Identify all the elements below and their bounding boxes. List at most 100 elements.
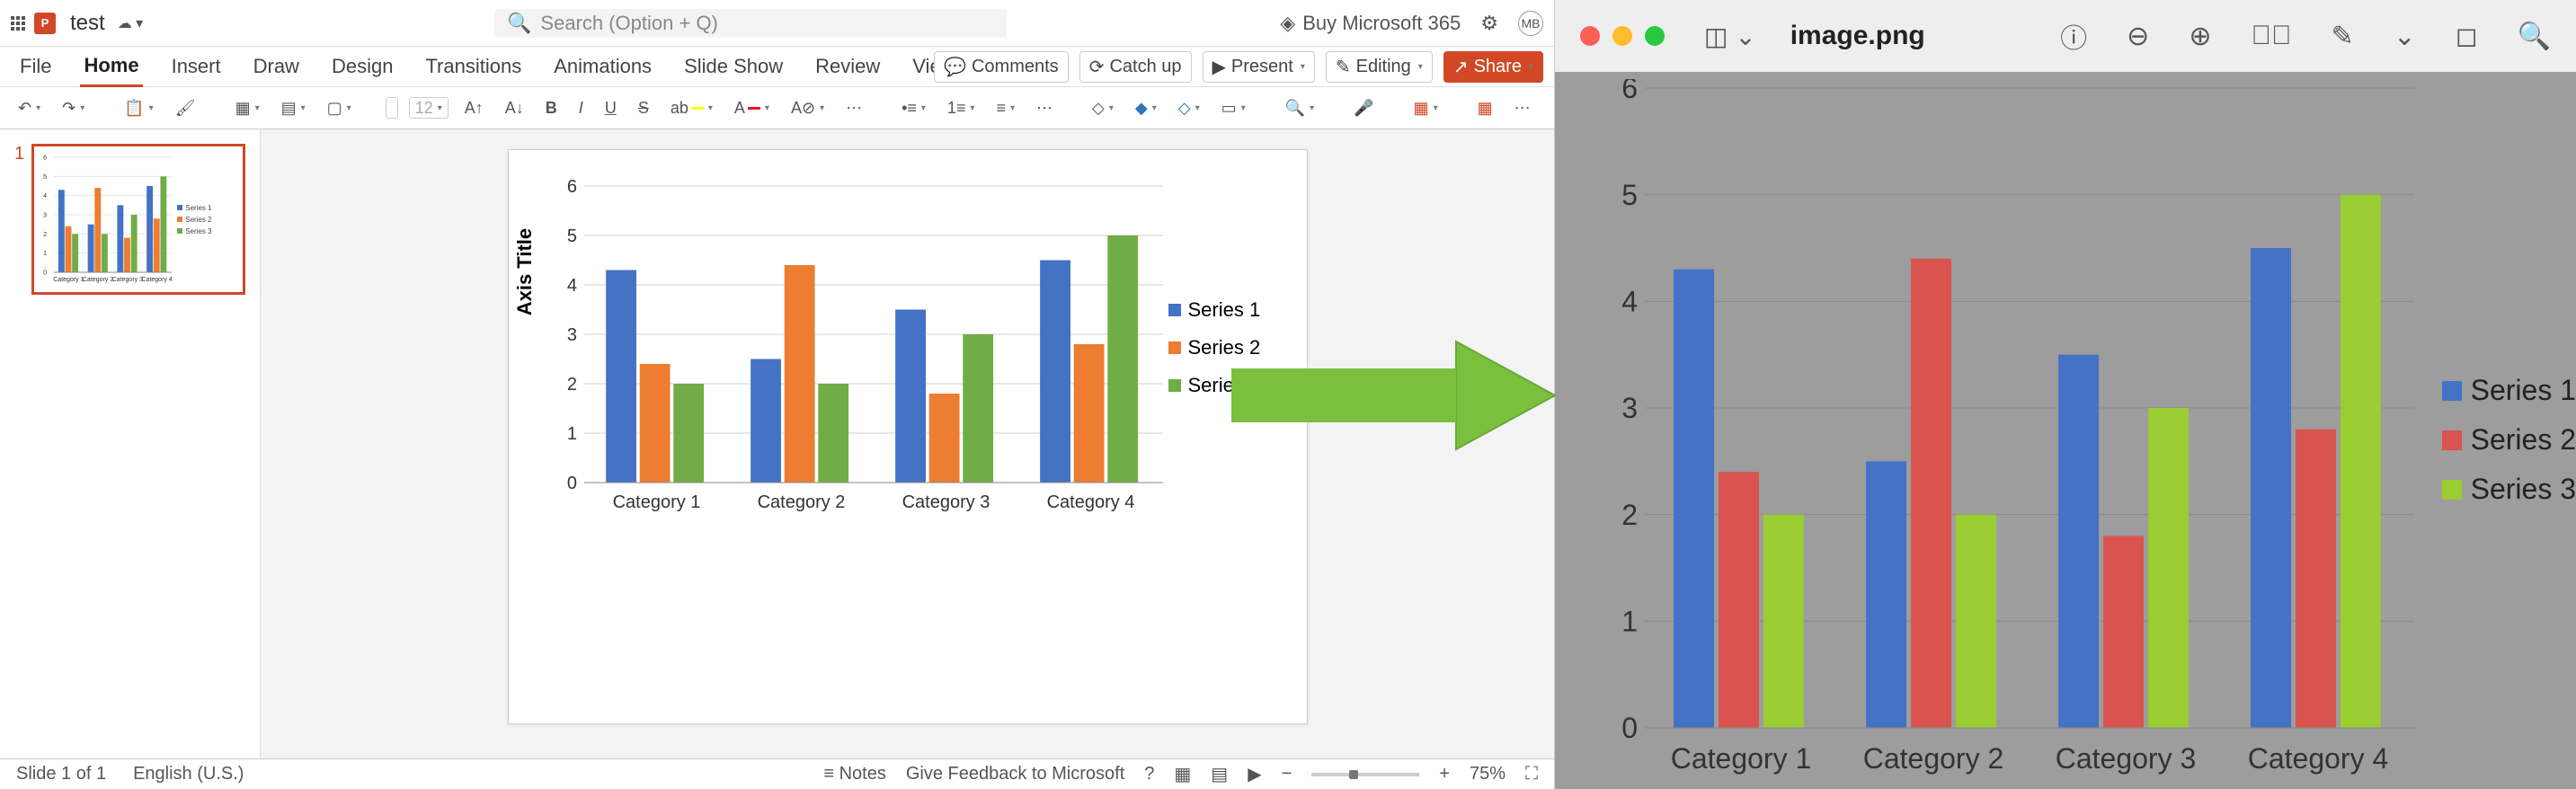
slide-canvas[interactable]: Axis Title 0123456Category 1Category 2Ca… (508, 149, 1308, 724)
editing-mode-button[interactable]: ✎ Editing (1326, 51, 1433, 83)
info-icon[interactable]: ⓘ (2060, 16, 2087, 56)
catch-up-button[interactable]: ⟳ Catch up (1079, 51, 1192, 83)
more-paragraph-button[interactable]: ⋯ (1031, 95, 1058, 121)
share-button[interactable]: ↗ Share (1443, 51, 1543, 83)
svg-text:2: 2 (566, 375, 576, 394)
designer-button[interactable]: ▦ (1408, 95, 1443, 121)
zoom-out-button[interactable]: − (1282, 764, 1292, 785)
font-color-button[interactable]: A (729, 95, 775, 121)
paste-button[interactable]: 📋 (119, 95, 158, 121)
more-commands-button[interactable]: ⋯ (1509, 95, 1536, 121)
rotate-icon[interactable]: ◻ (2456, 21, 2478, 52)
buy-m365-button[interactable]: ◈Buy Microsoft 365 (1280, 12, 1461, 35)
present-button[interactable]: ▶ Present (1203, 51, 1315, 83)
zoom-in-icon[interactable]: ⊕ (2189, 21, 2211, 52)
reset-button[interactable]: ▢ (322, 95, 357, 121)
tab-animations[interactable]: Animations (550, 48, 655, 85)
titlebar: P test ☁︎ ▾ 🔍 Search (Option + Q) ◈Buy M… (0, 0, 1554, 47)
svg-text:6: 6 (43, 155, 47, 161)
search-input[interactable]: 🔍 Search (Option + Q) (494, 9, 1007, 38)
find-button[interactable]: 🔍 (1280, 95, 1319, 121)
svg-text:Category 3: Category 3 (902, 492, 990, 512)
ribbon-toolbar: ↶ ↷ 📋 🖌 ▦ ▤ ▢ 12 A↑ A↓ B I U S ab A A⊘ ⋯… (0, 86, 1554, 129)
zoom-out-icon[interactable]: ⊖ (2127, 21, 2149, 52)
window-zoom-button[interactable] (1645, 26, 1665, 46)
layout-button[interactable]: ▤ (276, 95, 311, 121)
svg-text:Category 1: Category 1 (1671, 742, 1812, 775)
format-painter-button[interactable]: 🖌 (170, 95, 201, 121)
tab-file[interactable]: File (16, 48, 55, 85)
thumbnail-preview: 0123456Category 1Category 2Category 3Cat… (31, 144, 245, 295)
chart-object[interactable]: Axis Title 0123456Category 1Category 2Ca… (530, 177, 1285, 519)
font-size-select[interactable]: 12 (409, 97, 449, 119)
status-bar: Slide 1 of 1 English (U.S.) ≡ Notes Give… (0, 758, 1554, 789)
zoom-in-button[interactable]: + (1439, 764, 1450, 785)
italic-button[interactable]: I (573, 95, 589, 121)
tab-transitions[interactable]: Transitions (422, 48, 525, 85)
bold-button[interactable]: B (540, 95, 563, 121)
normal-view-icon[interactable]: ▦ (1174, 763, 1191, 785)
shapes-button[interactable]: ◇ (1087, 95, 1119, 121)
comments-button[interactable]: 💬 Comments (934, 51, 1069, 83)
shape-fill-button[interactable]: ◆ (1130, 95, 1162, 121)
svg-text:3: 3 (566, 325, 576, 345)
tab-slide-show[interactable]: Slide Show (680, 48, 786, 85)
arrange-button[interactable]: ▭ (1216, 95, 1251, 121)
tab-home[interactable]: Home (80, 47, 142, 87)
window-minimize-button[interactable] (1612, 26, 1632, 46)
clear-formatting-button[interactable]: A⊘ (786, 95, 830, 121)
svg-text:Category 4: Category 4 (1046, 492, 1134, 512)
svg-text:5: 5 (1621, 179, 1638, 211)
notes-button[interactable]: ≡ Notes (823, 764, 885, 785)
svg-text:1: 1 (43, 251, 47, 257)
app-launcher-icon[interactable] (11, 16, 25, 31)
bullets-button[interactable]: •≡ (896, 95, 931, 121)
fit-to-window-button[interactable]: ⛶ (1525, 764, 1538, 785)
preview-canvas[interactable]: 0123456Category 1Category 2Category 3Cat… (1555, 72, 2576, 789)
font-family-select[interactable] (386, 97, 398, 119)
slide-counter[interactable]: Slide 1 of 1 (16, 764, 106, 785)
addins-button[interactable]: ▦ (1472, 95, 1498, 121)
window-close-button[interactable] (1580, 26, 1600, 46)
language-status[interactable]: English (U.S.) (133, 764, 244, 785)
settings-icon[interactable]: ⚙ (1480, 12, 1498, 35)
markup-icon[interactable]: ✎ (2331, 21, 2353, 52)
sidebar-toggle-icon[interactable]: ◫ ⌄ (1704, 22, 1756, 51)
tab-design[interactable]: Design (328, 48, 396, 85)
more-font-button[interactable]: ⋯ (840, 95, 867, 121)
svg-text:0: 0 (566, 474, 576, 493)
powerpoint-icon: P (34, 13, 56, 34)
strikethrough-button[interactable]: S (633, 95, 654, 121)
cloud-saved-icon[interactable]: ☁︎ ▾ (118, 14, 143, 32)
mac-titlebar: ◫ ⌄ image.png ⓘ ⊖ ⊕ ⇧⃞ ✎ ⌄ ◻ 🔍 (1555, 0, 2576, 72)
dictate-button[interactable]: 🎤 (1348, 95, 1379, 121)
share-icon[interactable]: ⇧⃞ (2251, 21, 2291, 51)
new-slide-button[interactable]: ▦ (230, 95, 265, 121)
redo-button[interactable]: ↷ (57, 95, 90, 121)
undo-button[interactable]: ↶ (13, 95, 46, 121)
increase-font-button[interactable]: A↑ (459, 95, 489, 121)
markup-caret-icon[interactable]: ⌄ (2394, 21, 2416, 52)
svg-text:Category 3: Category 3 (2056, 742, 2197, 775)
zoom-level[interactable]: 75% (1470, 764, 1506, 785)
tab-insert[interactable]: Insert (168, 48, 225, 85)
search-icon[interactable]: 🔍 (2518, 21, 2551, 52)
zoom-slider[interactable] (1311, 773, 1419, 776)
align-button[interactable]: ≡ (990, 95, 1020, 121)
avatar[interactable]: MB (1518, 11, 1543, 36)
tab-review[interactable]: Review (812, 48, 884, 85)
shape-outline-button[interactable]: ◇ (1173, 95, 1205, 121)
slideshow-view-icon[interactable]: ▶ (1248, 763, 1261, 785)
slide-thumbnail-1[interactable]: 1 0123456Category 1Category 2Category 3C… (14, 144, 245, 295)
help-icon[interactable]: ? (1144, 764, 1154, 785)
slide-thumbnail-panel: 1 0123456Category 1Category 2Category 3C… (0, 129, 261, 758)
decrease-font-button[interactable]: A↓ (500, 95, 529, 121)
highlight-color-button[interactable]: ab (665, 95, 718, 121)
underline-button[interactable]: U (600, 95, 622, 121)
sorter-view-icon[interactable]: ▤ (1211, 763, 1228, 785)
tab-draw[interactable]: Draw (250, 48, 303, 85)
feedback-button[interactable]: Give Feedback to Microsoft (906, 764, 1124, 785)
numbering-button[interactable]: 1≡ (942, 95, 981, 121)
y-axis-title: Axis Title (513, 228, 537, 315)
document-name[interactable]: test (70, 11, 105, 36)
